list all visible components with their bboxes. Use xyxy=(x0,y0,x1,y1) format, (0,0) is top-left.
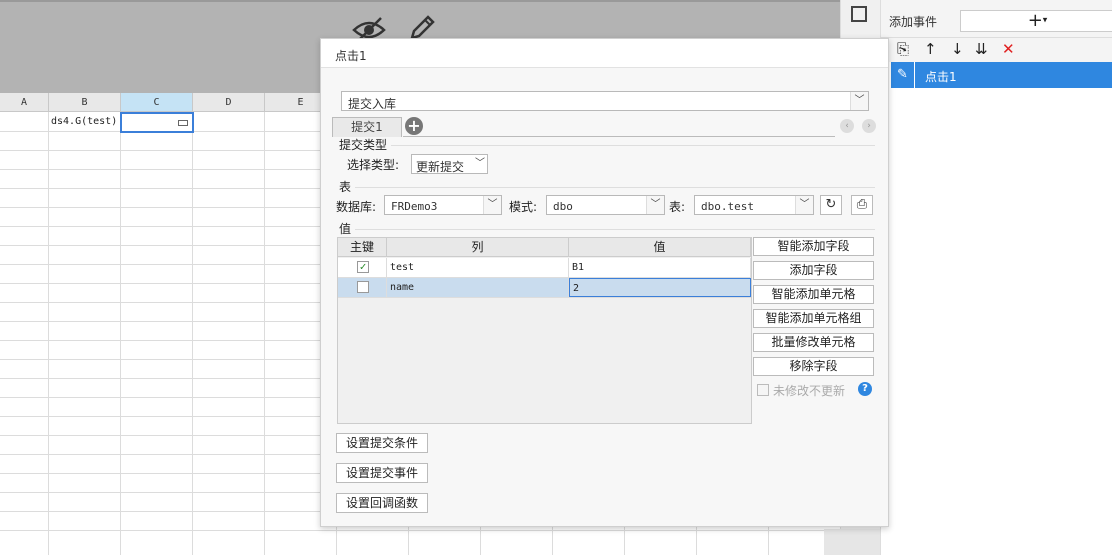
table-row[interactable]: ✓ test B1 xyxy=(338,258,751,278)
tab-next-icon[interactable]: › xyxy=(862,119,876,133)
section-value: 值 xyxy=(339,222,352,236)
set-callback-button[interactable]: 设置回调函数 xyxy=(336,493,428,513)
smart-add-cell-group-button[interactable]: 智能添加单元格组 xyxy=(753,309,874,328)
event-panel-header: 添加事件 +▾ xyxy=(881,0,1112,38)
event-item-label: 点击1 xyxy=(925,70,957,84)
column-cell[interactable]: name xyxy=(387,278,569,297)
tab-baseline xyxy=(403,136,835,137)
grid-line xyxy=(0,530,840,531)
grid-line xyxy=(192,112,193,555)
remove-field-button[interactable]: 移除字段 xyxy=(753,357,874,376)
schema-select[interactable]: dbo ﹀ xyxy=(546,195,665,215)
arrow-down-icon[interactable]: ↓ xyxy=(951,40,964,58)
divider xyxy=(391,145,875,146)
no-update-label: 未修改不更新 xyxy=(773,384,846,398)
divider xyxy=(355,229,875,230)
no-update-checkbox[interactable] xyxy=(757,384,769,396)
set-submit-condition-button[interactable]: 设置提交条件 xyxy=(336,433,428,453)
add-field-button[interactable]: 添加字段 xyxy=(753,261,874,280)
schema-value: dbo xyxy=(553,200,573,213)
divider xyxy=(355,187,875,188)
database-select[interactable]: FRDemo3 ﹀ xyxy=(384,195,502,215)
value-cell[interactable]: 2 xyxy=(569,278,751,297)
database-label: 数据库: xyxy=(336,200,377,214)
table-row[interactable]: name 2 xyxy=(338,278,751,298)
column-header-a[interactable]: A xyxy=(0,93,49,112)
grid-line xyxy=(120,112,121,555)
cell-b1[interactable]: ds4.G(test) xyxy=(51,116,117,127)
tab-prev-icon[interactable]: ‹ xyxy=(840,119,854,133)
dialog-title: 点击1 xyxy=(335,49,367,63)
tab-submit1[interactable]: 提交1 xyxy=(332,117,402,137)
arrow-up-icon[interactable]: ↑ xyxy=(924,40,937,58)
help-icon[interactable]: ? xyxy=(858,382,872,396)
add-event-label: 添加事件 xyxy=(889,15,938,29)
column-header-c[interactable]: C xyxy=(121,93,193,112)
grid-line xyxy=(264,112,265,555)
schema-label: 模式: xyxy=(509,200,538,214)
pencil-icon[interactable]: ✎ xyxy=(891,62,915,88)
select-type-label: 选择类型: xyxy=(347,158,400,172)
key-cell: ✓ xyxy=(338,258,387,277)
column-header-key[interactable]: 主键 xyxy=(338,238,387,257)
key-checkbox[interactable] xyxy=(357,281,369,293)
select-type-select[interactable]: 更新提交 ﹀ xyxy=(411,154,488,174)
chevron-down-icon: ▾ xyxy=(1042,15,1048,26)
fields-table[interactable]: 主键 列 值 ✓ test B1 name 2 xyxy=(337,237,752,424)
action-type-select[interactable]: 提交入库 ﹀ xyxy=(341,91,869,111)
action-type-value: 提交入库 xyxy=(348,97,397,111)
preview-icon[interactable]: ⎙ xyxy=(851,195,873,215)
smart-add-field-button[interactable]: 智能添加字段 xyxy=(753,237,874,256)
section-submit-type: 提交类型 xyxy=(339,138,388,152)
column-header-b[interactable]: B xyxy=(49,93,121,112)
add-event-button[interactable]: +▾ xyxy=(960,10,1112,32)
add-tab-icon[interactable]: + xyxy=(405,117,423,135)
set-submit-event-button[interactable]: 设置提交事件 xyxy=(336,463,428,483)
event-toolbar: ⎘ ↑ ↓ ⇊ ✕ xyxy=(881,38,1112,62)
column-cell[interactable]: test xyxy=(387,258,569,277)
crop-icon[interactable] xyxy=(851,6,867,22)
column-header-value[interactable]: 值 xyxy=(569,238,751,257)
move-bottom-icon[interactable]: ⇊ xyxy=(975,40,988,58)
column-header-column[interactable]: 列 xyxy=(387,238,569,257)
event-dialog: 点击1 提交入库 ﹀ 提交1 + ‹ › 提交类型 选择类型: 更新提交 ﹀ 表… xyxy=(320,38,889,527)
smart-add-cell-button[interactable]: 智能添加单元格 xyxy=(753,285,874,304)
grid-line xyxy=(48,112,49,555)
event-item-click1[interactable]: ✎ 点击1 xyxy=(891,62,1112,88)
selected-cell-c1[interactable] xyxy=(120,112,194,133)
key-cell xyxy=(338,278,387,297)
column-header-d[interactable]: D xyxy=(193,93,265,112)
table-select[interactable]: dbo.test ﹀ xyxy=(694,195,814,215)
cell-widget-icon xyxy=(178,120,188,126)
batch-modify-cell-button[interactable]: 批量修改单元格 xyxy=(753,333,874,352)
event-panel: 添加事件 +▾ ⎘ ↑ ↓ ⇊ ✕ ✎ 点击1 xyxy=(880,0,1112,555)
key-checkbox[interactable]: ✓ xyxy=(357,261,369,273)
table-label: 表: xyxy=(669,200,686,214)
value-cell[interactable]: B1 xyxy=(569,258,751,277)
chevron-down-icon: ﹀ xyxy=(646,196,664,214)
dialog-title-bar: 点击1 xyxy=(321,39,888,68)
copy-icon[interactable]: ⎘ xyxy=(897,40,909,58)
delete-icon[interactable]: ✕ xyxy=(1002,40,1015,58)
section-table: 表 xyxy=(339,180,352,194)
chevron-down-icon: ﹀ xyxy=(473,155,487,173)
chevron-down-icon: ﹀ xyxy=(483,196,501,214)
chevron-down-icon: ﹀ xyxy=(850,92,868,110)
table-value: dbo.test xyxy=(701,200,754,213)
chevron-down-icon: ﹀ xyxy=(795,196,813,214)
plus-icon: + xyxy=(1027,10,1043,31)
select-type-value: 更新提交 xyxy=(416,160,465,174)
refresh-icon[interactable]: ↻ xyxy=(820,195,842,215)
database-value: FRDemo3 xyxy=(391,200,438,213)
